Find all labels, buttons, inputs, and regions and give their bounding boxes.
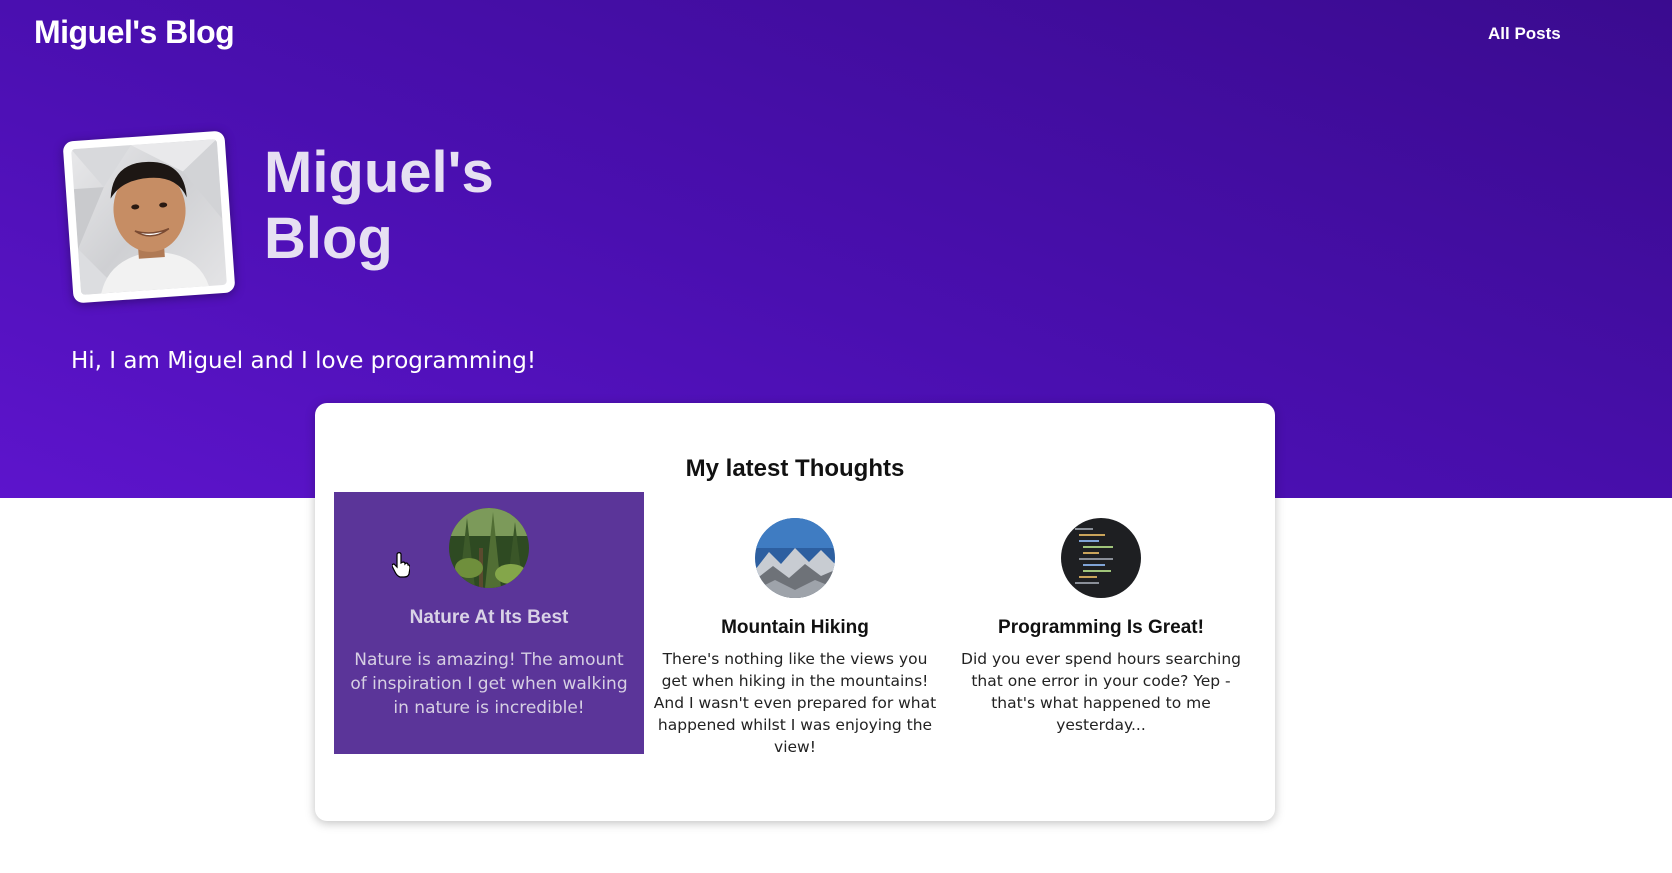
post-title: Mountain Hiking	[721, 617, 869, 638]
code-thumbnail	[1061, 518, 1141, 598]
hero-intro-text: Hi, I am Miguel and I love programming!	[71, 348, 537, 374]
avatar	[62, 130, 236, 304]
avatar-photo	[71, 139, 223, 295]
nav-all-posts-link[interactable]: All Posts	[1488, 24, 1561, 44]
hero-title: Miguel's Blog	[264, 140, 494, 271]
post-title: Programming Is Great!	[998, 617, 1204, 638]
post-card-mountain[interactable]: Mountain Hiking There's nothing like the…	[640, 492, 950, 756]
post-card-nature[interactable]: Nature At Its Best Nature is amazing! Th…	[334, 492, 644, 754]
hand-pointer-icon	[392, 552, 410, 578]
site-logo-link[interactable]: Miguel's Blog	[34, 14, 235, 51]
post-excerpt: Nature is amazing! The amount of inspira…	[350, 650, 628, 718]
post-excerpt: There's nothing like the views you get w…	[653, 650, 937, 756]
post-card-programming[interactable]: Programming Is Great! Did you ever spend…	[946, 492, 1256, 754]
mountain-thumbnail	[755, 518, 835, 598]
forest-thumbnail	[449, 508, 529, 588]
post-title: Nature At Its Best	[409, 607, 569, 628]
post-excerpt: Did you ever spend hours searching that …	[961, 650, 1241, 734]
latest-posts-title: My latest Thoughts	[685, 455, 905, 482]
